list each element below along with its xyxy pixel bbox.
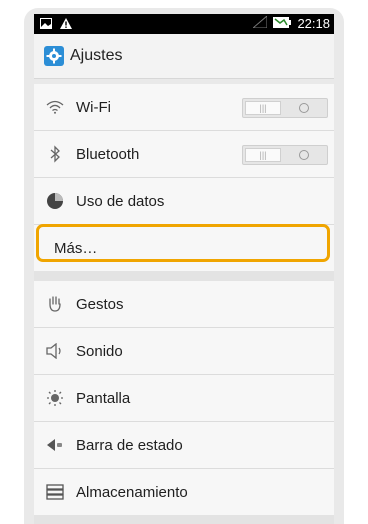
battery-icon bbox=[273, 16, 292, 31]
settings-item-display[interactable]: Pantalla bbox=[34, 375, 334, 422]
screenshot-notification-icon bbox=[40, 17, 52, 32]
toggle-off-indicator bbox=[299, 150, 309, 160]
toggle-knob: ||| bbox=[245, 101, 281, 115]
warning-icon bbox=[60, 17, 72, 32]
status-time: 22:18 bbox=[297, 16, 330, 31]
status-bar: 22:18 bbox=[34, 14, 334, 34]
status-bar-icon bbox=[45, 435, 65, 455]
storage-icon bbox=[45, 482, 65, 502]
signal-icon bbox=[252, 14, 268, 31]
settings-item-status-bar[interactable]: Barra de estado bbox=[34, 422, 334, 469]
group-divider bbox=[34, 271, 334, 281]
settings-item-storage[interactable]: Almacenamiento bbox=[34, 469, 334, 515]
settings-item-label: Almacenamiento bbox=[76, 483, 188, 501]
settings-item-label: Wi-Fi bbox=[76, 98, 111, 116]
settings-item-data-usage[interactable]: Uso de datos bbox=[34, 178, 334, 225]
bluetooth-icon bbox=[45, 144, 65, 164]
settings-item-gestures[interactable]: Gestos bbox=[34, 281, 334, 328]
settings-item-label: Sonido bbox=[76, 342, 123, 360]
brightness-icon bbox=[45, 388, 65, 408]
data-usage-icon bbox=[45, 191, 65, 211]
settings-group-device: Gestos Sonido Pantalla Barra de estado A… bbox=[34, 281, 334, 515]
settings-item-wifi[interactable]: Wi-Fi ||| bbox=[34, 84, 334, 131]
settings-item-label: Gestos bbox=[76, 295, 124, 313]
settings-list: Wi-Fi ||| Bluetooth ||| Uso de datos Más… bbox=[34, 84, 334, 524]
settings-item-label: Pantalla bbox=[76, 389, 131, 407]
page-title: Ajustes bbox=[70, 47, 123, 64]
highlight-box bbox=[36, 224, 330, 262]
settings-item-sound[interactable]: Sonido bbox=[34, 328, 334, 375]
settings-item-bluetooth[interactable]: Bluetooth ||| bbox=[34, 131, 334, 178]
settings-gear-icon[interactable] bbox=[44, 46, 64, 66]
settings-item-label: Barra de estado bbox=[76, 436, 183, 454]
gesture-hand-icon bbox=[45, 294, 65, 314]
settings-item-label: Uso de datos bbox=[76, 192, 165, 210]
settings-item-more[interactable]: Más… bbox=[34, 224, 334, 271]
speaker-icon bbox=[45, 341, 65, 361]
action-bar: Ajustes bbox=[34, 34, 334, 79]
wifi-icon bbox=[45, 97, 65, 117]
settings-group-connectivity: Wi-Fi ||| Bluetooth ||| Uso de datos Más… bbox=[34, 84, 334, 271]
bluetooth-toggle[interactable]: ||| bbox=[242, 145, 328, 165]
wifi-toggle[interactable]: ||| bbox=[242, 98, 328, 118]
toggle-off-indicator bbox=[299, 103, 309, 113]
settings-item-label: Bluetooth bbox=[76, 145, 140, 163]
phone-screen: 22:18 Ajustes Wi-Fi ||| Bluetooth ||| Us… bbox=[24, 8, 344, 524]
toggle-knob: ||| bbox=[245, 148, 281, 162]
